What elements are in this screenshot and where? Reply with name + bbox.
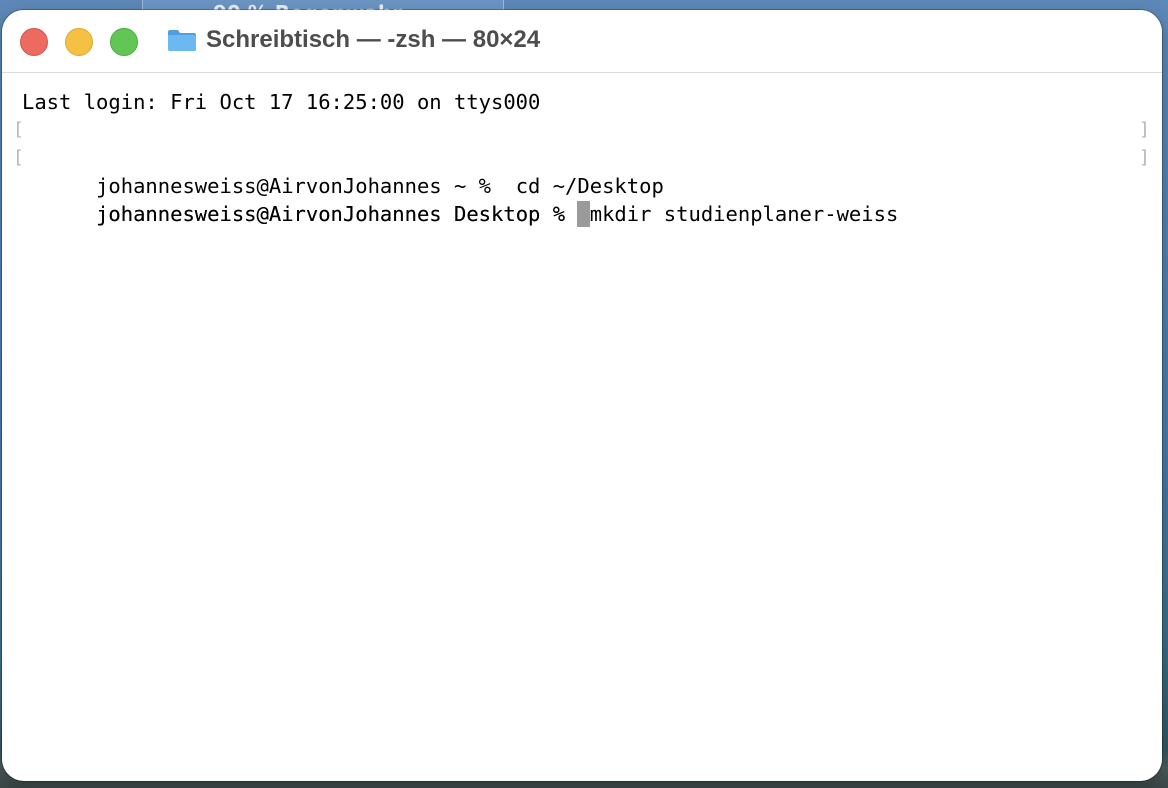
last-login-line: Last login: Fri Oct 17 16:25:00 on ttys0… <box>22 90 541 114</box>
command-mark-left: [ <box>13 119 24 140</box>
folder-icon <box>168 30 196 51</box>
zoom-button[interactable] <box>110 28 138 56</box>
terminal-output[interactable]: Last login: Fri Oct 17 16:25:00 on ttys0… <box>13 88 1150 227</box>
command-line: [ johannesweiss@AirvonJohannes Desktop %… <box>13 144 1150 226</box>
current-prompt-line[interactable]: johannesweiss@AirvonJohannes Desktop % <box>22 172 1142 227</box>
title-bar[interactable]: Schreibtisch — -zsh — 80×24 <box>2 10 1162 73</box>
command-mark-right: ] <box>1139 147 1150 168</box>
shell-prompt: johannesweiss@AirvonJohannes Desktop % <box>96 202 578 226</box>
command-mark-right: ] <box>1139 119 1150 140</box>
minimize-button[interactable] <box>65 28 93 56</box>
command-line: [ johannesweiss@AirvonJohannes ~ % cd ~/… <box>13 116 1150 198</box>
close-button[interactable] <box>20 28 48 56</box>
window-title: Schreibtisch — -zsh — 80×24 <box>206 26 541 53</box>
text-cursor[interactable] <box>577 201 591 227</box>
terminal-window[interactable]: Schreibtisch — -zsh — 80×24 Last login: … <box>2 10 1162 781</box>
command-mark-left: [ <box>13 147 24 168</box>
